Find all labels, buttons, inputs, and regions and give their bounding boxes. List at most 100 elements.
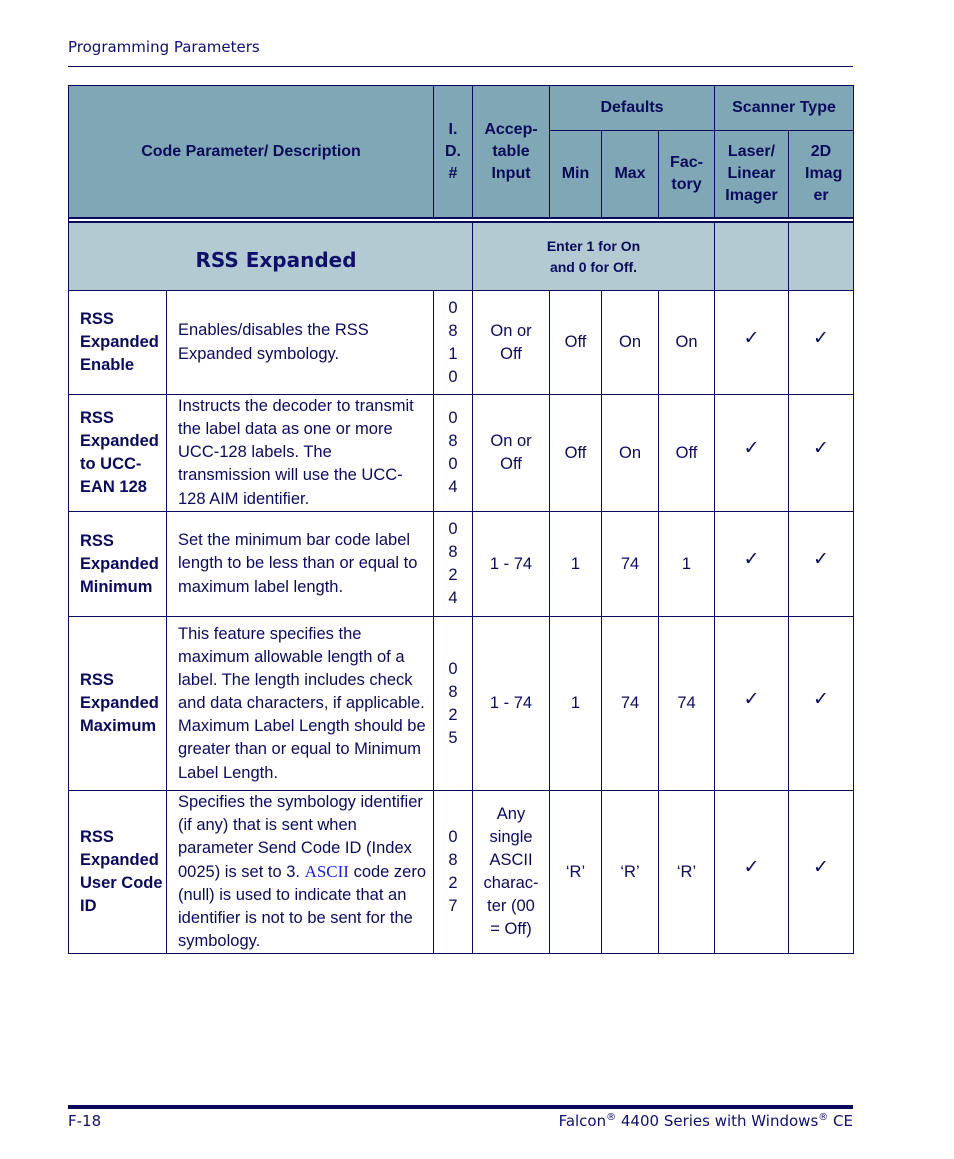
checkmark-icon: ✓ bbox=[813, 548, 829, 570]
id-digit: 2 bbox=[448, 705, 458, 724]
acceptable-input: On or Off bbox=[472, 290, 550, 395]
id-digit: 0 bbox=[448, 409, 458, 427]
default-max: 74 bbox=[601, 511, 659, 617]
default-min: 1 bbox=[549, 616, 602, 791]
imager-2d-support: ✓ bbox=[788, 511, 854, 617]
product-os: CE bbox=[828, 1112, 853, 1130]
parameter-id: 0 8 1 0 bbox=[433, 290, 473, 395]
parameter-id: 0 8 2 5 bbox=[433, 616, 473, 791]
laser-support: ✓ bbox=[714, 511, 789, 617]
checkmark-icon: ✓ bbox=[813, 856, 829, 878]
id-digit: 0 bbox=[448, 520, 458, 538]
table-row: RSS Expanded Enable Enables/disables the… bbox=[68, 290, 854, 395]
page-number: F-18 bbox=[68, 1112, 102, 1130]
table-row: RSS Expanded Minimum Set the minimum bar… bbox=[68, 511, 854, 617]
parameter-id: 0 8 0 4 bbox=[433, 394, 473, 512]
header-2d-imager-label: 2D Imag er bbox=[805, 143, 843, 204]
header-2d-imager: 2D Imag er bbox=[788, 130, 854, 219]
imager-2d-support: ✓ bbox=[788, 790, 854, 954]
parameter-description: Instructs the decoder to transmit the la… bbox=[166, 394, 434, 512]
default-factory: On bbox=[658, 290, 715, 395]
id-digit: 5 bbox=[448, 728, 458, 747]
default-max: On bbox=[601, 290, 659, 395]
id-digit: 0 bbox=[448, 298, 458, 317]
default-max: ‘R’ bbox=[601, 790, 659, 954]
parameter-description: Specifies the symbology identifier (if a… bbox=[166, 790, 434, 954]
parameter-description: This feature specifies the maximum allow… bbox=[166, 616, 434, 791]
table-header: Code Parameter/ Description I. D. # Acce… bbox=[68, 85, 854, 219]
default-min: 1 bbox=[549, 511, 602, 617]
id-digit: 4 bbox=[448, 478, 458, 496]
default-min: Off bbox=[549, 394, 602, 512]
parameter-id: 0 8 2 4 bbox=[433, 511, 473, 617]
header-scanner-type: Scanner Type bbox=[714, 85, 854, 131]
header-factory-label: Fac- tory bbox=[670, 154, 703, 193]
checkmark-icon: ✓ bbox=[813, 326, 829, 349]
section-row: RSS Expanded Enter 1 for On and 0 for Of… bbox=[68, 221, 854, 291]
parameter-name: RSS Expanded to UCC-EAN 128 bbox=[68, 394, 167, 512]
header-defaults: Defaults bbox=[549, 85, 715, 131]
product-name: Falcon bbox=[558, 1112, 607, 1130]
default-min: Off bbox=[549, 290, 602, 395]
section-note-line-2: and 0 for Off. bbox=[549, 258, 638, 275]
id-digit: 8 bbox=[448, 321, 458, 340]
table-row: RSS Expanded Maximum This feature specif… bbox=[68, 616, 854, 791]
parameter-id: 0 8 2 7 bbox=[433, 790, 473, 954]
parameter-description: Set the minimum bar code label length to… bbox=[166, 511, 434, 617]
id-digit: 8 bbox=[448, 432, 458, 450]
product-series: 4400 Series with Windows bbox=[616, 1112, 819, 1130]
acceptable-input-value: 1 - 74 bbox=[489, 694, 533, 712]
table-row: RSS Expanded User Code ID Specifies the … bbox=[68, 790, 854, 954]
id-digit: 8 bbox=[448, 682, 458, 701]
acceptable-input-value: Any single ASCII charac- ter (00 = Off) bbox=[483, 805, 539, 938]
checkmark-icon: ✓ bbox=[743, 548, 760, 570]
id-digit: 7 bbox=[448, 897, 458, 915]
default-factory: 74 bbox=[658, 616, 715, 791]
running-header: Programming Parameters bbox=[68, 38, 260, 56]
parameter-name: RSS Expanded User Code ID bbox=[68, 790, 167, 954]
header-factory: Fac- tory bbox=[658, 130, 715, 219]
acceptable-input: Any single ASCII charac- ter (00 = Off) bbox=[472, 790, 550, 954]
acceptable-input: On or Off bbox=[472, 394, 550, 512]
registered-mark: ® bbox=[818, 1112, 829, 1123]
acceptable-input-value: 1 - 74 bbox=[489, 554, 533, 573]
header-id-label: I. D. # bbox=[445, 120, 461, 182]
id-digit: 0 bbox=[448, 828, 458, 846]
parameters-table: Code Parameter/ Description I. D. # Acce… bbox=[68, 85, 854, 954]
checkmark-icon: ✓ bbox=[743, 856, 760, 878]
parameter-name: RSS Expanded Minimum bbox=[68, 511, 167, 617]
acceptable-input-value: On or Off bbox=[490, 321, 532, 363]
registered-mark: ® bbox=[606, 1112, 617, 1123]
table-row: RSS Expanded to UCC-EAN 128 Instructs th… bbox=[68, 394, 854, 512]
id-digit: 2 bbox=[448, 874, 458, 892]
description-text: Instructs the decoder to transmit the la… bbox=[178, 397, 414, 508]
laser-support: ✓ bbox=[714, 290, 789, 395]
acceptable-input: 1 - 74 bbox=[472, 511, 550, 617]
id-digit: 4 bbox=[448, 589, 458, 607]
id-digit: 2 bbox=[448, 566, 458, 584]
id-digit: 8 bbox=[448, 851, 458, 869]
id-digit: 0 bbox=[448, 659, 458, 678]
header-max: Max bbox=[601, 130, 659, 219]
product-title: Falcon® 4400 Series with Windows® CE bbox=[559, 1112, 853, 1130]
header-min: Min bbox=[549, 130, 602, 219]
parameter-description: Enables/disables the RSS Expanded symbol… bbox=[166, 290, 434, 395]
id-digit: 0 bbox=[448, 455, 458, 473]
laser-support: ✓ bbox=[714, 394, 789, 512]
parameter-name: RSS Expanded Maximum bbox=[68, 616, 167, 791]
default-factory: Off bbox=[658, 394, 715, 512]
section-title: RSS Expanded bbox=[68, 221, 473, 291]
header-rule bbox=[68, 66, 853, 67]
laser-support: ✓ bbox=[714, 790, 789, 954]
section-note: Enter 1 for On and 0 for Off. bbox=[472, 221, 715, 291]
header-id: I. D. # bbox=[433, 85, 473, 219]
footer-rule bbox=[68, 1105, 853, 1109]
default-max: 74 bbox=[601, 616, 659, 791]
acceptable-input-value: On or Off bbox=[490, 432, 532, 473]
description-ascii-term: ASCII bbox=[304, 862, 349, 881]
id-digit: 8 bbox=[448, 543, 458, 561]
header-laser-label: Laser/ Linear Imager bbox=[725, 143, 778, 204]
imager-2d-support: ✓ bbox=[788, 616, 854, 791]
description-text: Set the minimum bar code label length to… bbox=[178, 531, 418, 596]
checkmark-icon: ✓ bbox=[743, 687, 760, 710]
